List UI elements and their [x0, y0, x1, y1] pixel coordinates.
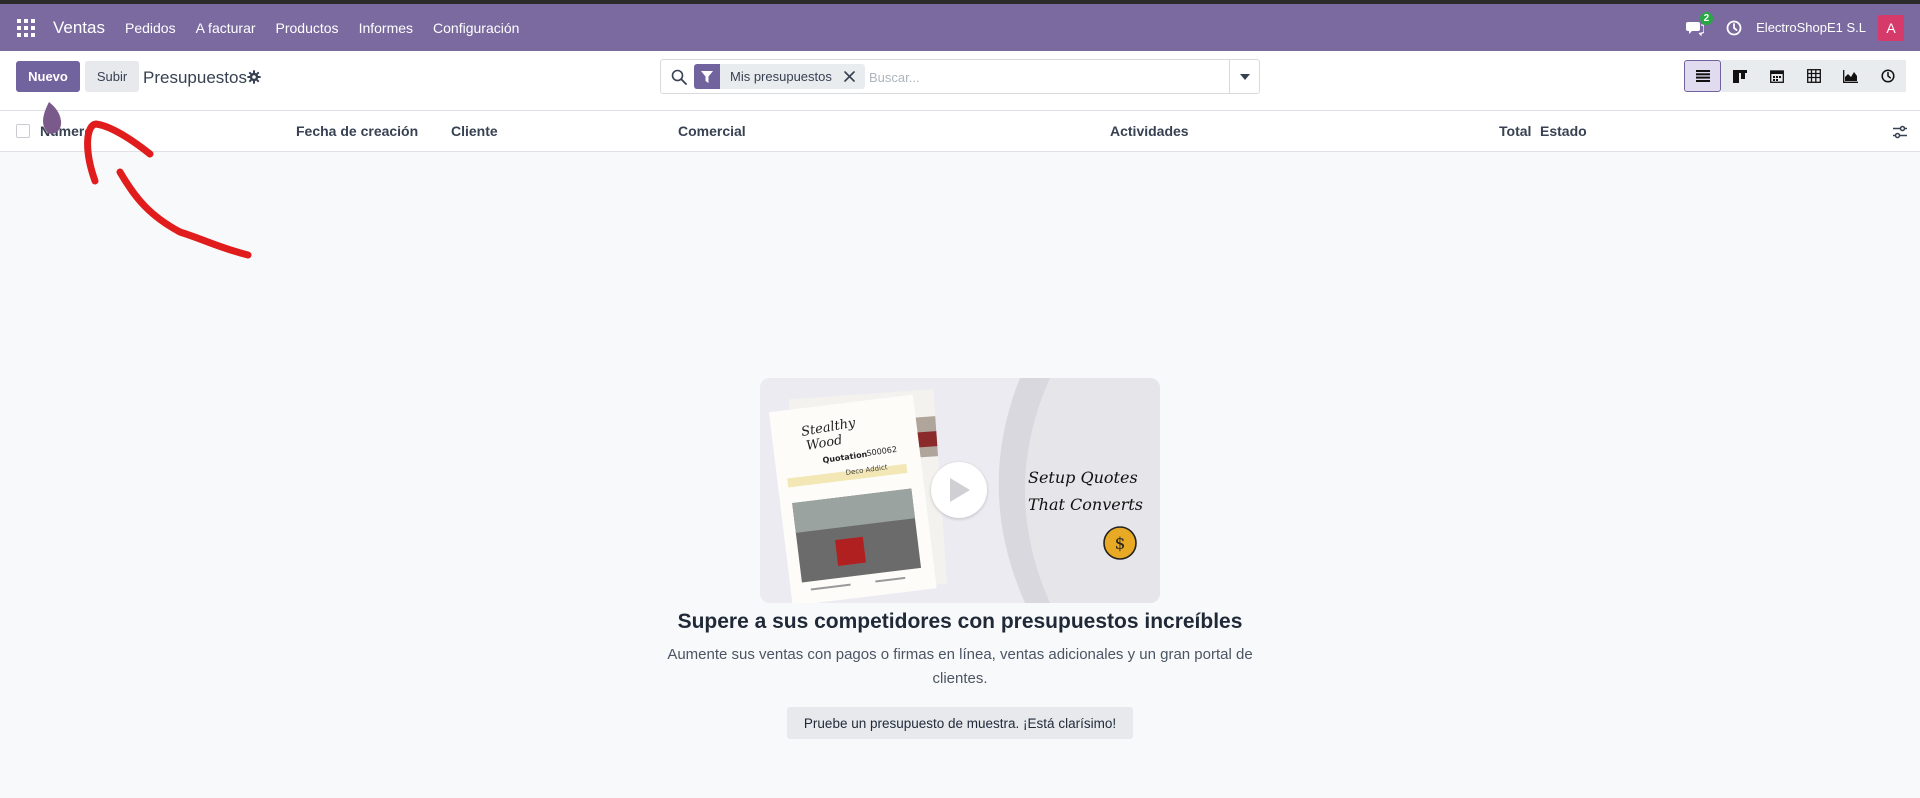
calendar-view-icon[interactable]: [1758, 60, 1795, 92]
search-icon: [671, 69, 687, 85]
column-header-cliente[interactable]: Cliente: [451, 123, 498, 139]
svg-text:$: $: [1115, 534, 1126, 554]
view-switcher: [1684, 60, 1906, 92]
chevron-down-icon: [1239, 73, 1250, 80]
column-header-estado[interactable]: Estado: [1540, 123, 1587, 139]
play-icon[interactable]: [931, 462, 987, 518]
chat-icon[interactable]: 2: [1686, 11, 1714, 36]
dollar-coin-icon: $: [1103, 526, 1137, 560]
select-all-checkbox[interactable]: [16, 124, 30, 138]
search-facet: Mis presupuestos: [694, 64, 865, 89]
column-header-fecha-creacion[interactable]: Fecha de creación: [296, 123, 418, 139]
close-icon[interactable]: [842, 69, 858, 85]
kanban-view-icon[interactable]: [1721, 60, 1758, 92]
optional-columns-icon[interactable]: [1892, 124, 1908, 140]
pivot-view-icon[interactable]: [1795, 60, 1832, 92]
menu-item-configuracion[interactable]: Configuración: [433, 20, 519, 36]
menu-item-productos[interactable]: Productos: [276, 20, 339, 36]
promo-headline-1: Setup Quotes: [1028, 468, 1138, 487]
column-header-numero[interactable]: Número: [40, 123, 93, 139]
gear-icon[interactable]: [247, 70, 261, 84]
app-brand[interactable]: Ventas: [53, 18, 105, 38]
search-options-toggle[interactable]: [1229, 60, 1259, 93]
user-avatar[interactable]: A: [1878, 14, 1904, 41]
column-header-actividades[interactable]: Actividades: [1110, 123, 1189, 139]
empty-state-title: Supere a sus competidores con presupuest…: [677, 610, 1243, 633]
menu-item-pedidos[interactable]: Pedidos: [125, 20, 176, 36]
column-header-comercial[interactable]: Comercial: [678, 123, 746, 139]
column-header-total[interactable]: Total: [1499, 123, 1531, 139]
new-button[interactable]: Nuevo: [16, 61, 80, 92]
graph-view-icon[interactable]: [1832, 60, 1869, 92]
control-panel: Nuevo Subir Presupuestos Mis presupuesto…: [0, 51, 1920, 111]
sample-quotation-button[interactable]: Pruebe un presupuesto de muestra. ¡Está …: [787, 707, 1133, 739]
list-view-icon[interactable]: [1684, 60, 1721, 92]
filter-icon: [694, 64, 720, 89]
apps-menu-icon[interactable]: [17, 18, 35, 37]
top-navbar: Ventas Pedidos A facturar Productos Info…: [0, 4, 1920, 51]
chat-count-badge: 2: [1699, 11, 1714, 25]
activity-view-icon[interactable]: [1869, 60, 1906, 92]
page-title: Presupuestos: [143, 68, 247, 87]
search-input[interactable]: [869, 66, 1219, 88]
company-switcher[interactable]: ElectroShopE1 S.L: [1756, 20, 1866, 35]
search-bar: Mis presupuestos: [660, 59, 1260, 94]
navbar-systray: 2 ElectroShopE1 S.L A: [1686, 4, 1904, 51]
activity-clock-icon[interactable]: [1726, 20, 1742, 36]
menu-item-a-facturar[interactable]: A facturar: [196, 20, 256, 36]
list-header: Número Fecha de creación Cliente Comerci…: [0, 111, 1920, 152]
upload-button[interactable]: Subir: [85, 61, 139, 92]
arrow-tail-stroke: [116, 168, 252, 259]
promo-headline-2: That Converts: [1028, 495, 1143, 514]
menu-item-informes[interactable]: Informes: [359, 20, 413, 36]
search-facet-label: Mis presupuestos: [730, 69, 832, 84]
empty-state-description: Aumente sus ventas con pagos o firmas en…: [667, 646, 1253, 687]
